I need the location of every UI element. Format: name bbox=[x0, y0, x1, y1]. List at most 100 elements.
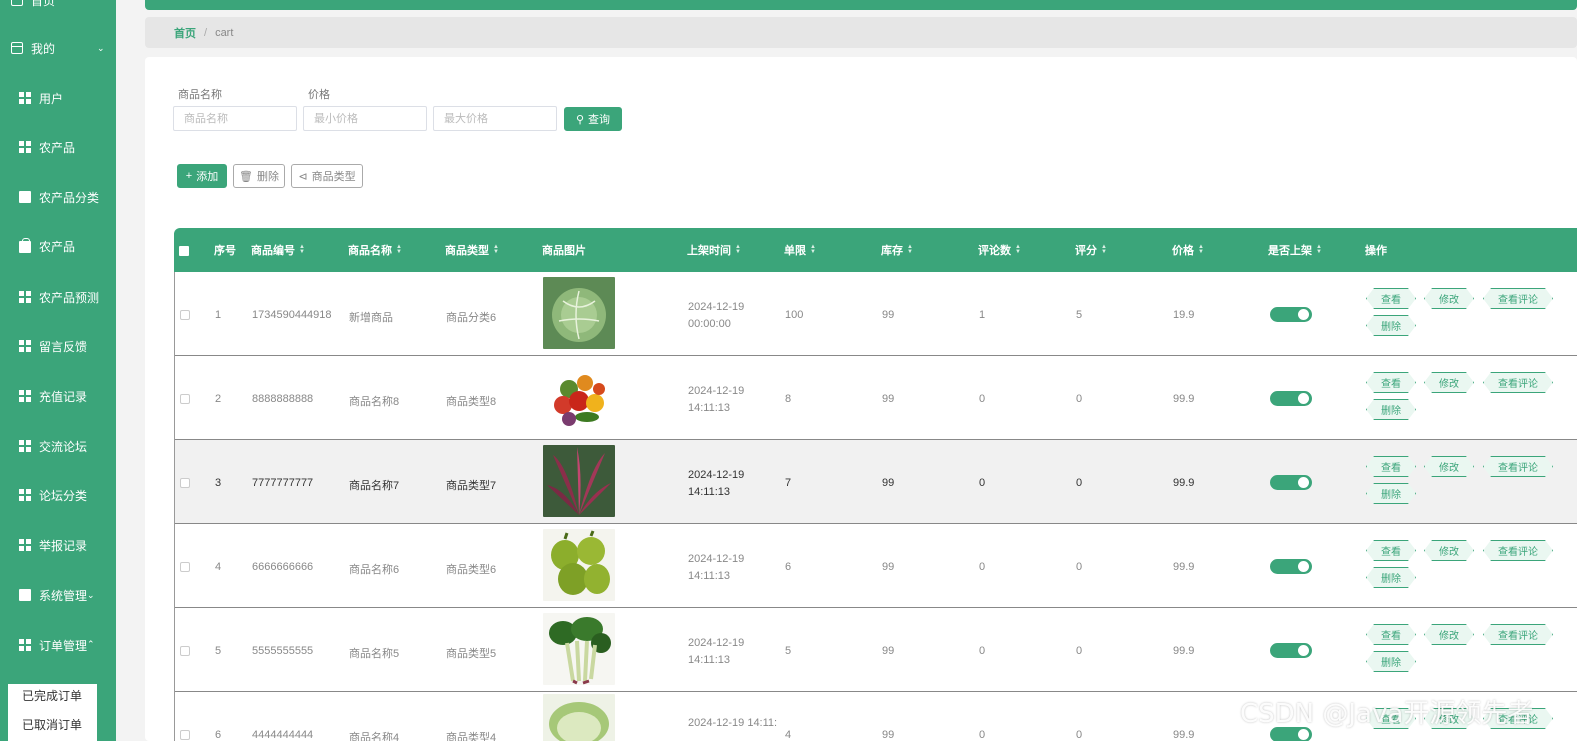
sidebar-item-users[interactable]: 用户 bbox=[19, 78, 135, 118]
cell-name: 商品名称5 bbox=[349, 648, 400, 660]
edit-button[interactable]: 修改 bbox=[1424, 372, 1474, 393]
sidebar-item-mine[interactable]: 我的 ⌄ bbox=[11, 28, 127, 68]
row-checkbox[interactable] bbox=[180, 394, 190, 404]
delete-row-button[interactable]: 删除 bbox=[1366, 567, 1416, 588]
sort-icon[interactable]: ▲ ▼ bbox=[1198, 244, 1204, 255]
th-score-label: 评分 bbox=[1075, 245, 1097, 257]
sidebar-item-reports[interactable]: 举报记录 bbox=[19, 525, 135, 565]
submenu-cancelled-orders[interactable]: 已取消订单 bbox=[22, 716, 82, 733]
th-code[interactable]: 商品编号 ▲ ▼ bbox=[251, 228, 305, 272]
sort-icon[interactable]: ▲ ▼ bbox=[907, 244, 913, 255]
share-icon: ⊲ bbox=[298, 170, 308, 183]
product-image-green-peppers bbox=[543, 529, 615, 601]
view-button[interactable]: 查看 bbox=[1366, 372, 1416, 393]
th-type[interactable]: 商品类型 ▲ ▼ bbox=[445, 228, 499, 272]
th-type-label: 商品类型 bbox=[445, 245, 489, 257]
on-sale-toggle[interactable] bbox=[1270, 391, 1312, 406]
sidebar-item-forum[interactable]: 交流论坛 bbox=[19, 426, 135, 466]
home-icon bbox=[11, 0, 23, 6]
sort-icon[interactable]: ▲ ▼ bbox=[493, 244, 499, 255]
sidebar-item-products-2[interactable]: 农产品 bbox=[19, 226, 135, 266]
th-limit[interactable]: 单限 ▲ ▼ bbox=[784, 228, 816, 272]
edit-button[interactable]: 修改 bbox=[1424, 456, 1474, 477]
view-comments-button[interactable]: 查看评论 bbox=[1483, 456, 1553, 477]
th-on-sale[interactable]: 是否上架 ▲ ▼ bbox=[1268, 228, 1322, 272]
on-sale-toggle[interactable] bbox=[1270, 559, 1312, 574]
th-score[interactable]: 评分 ▲ ▼ bbox=[1075, 228, 1107, 272]
table-row: 4 6666666666 商品名称6 商品类型6 2024-12-19 14:1… bbox=[175, 524, 1577, 608]
sort-icon[interactable]: ▲ ▼ bbox=[299, 244, 305, 255]
view-button[interactable]: 查看 bbox=[1366, 624, 1416, 645]
sidebar-item-product-forecast[interactable]: 农产品预测 bbox=[19, 277, 135, 317]
sidebar-item-forum-category[interactable]: 论坛分类 bbox=[19, 475, 135, 515]
cell-name: 商品名称4 bbox=[349, 732, 400, 741]
row-checkbox[interactable] bbox=[180, 646, 190, 656]
product-image-greens bbox=[543, 613, 615, 685]
row-checkbox[interactable] bbox=[180, 310, 190, 320]
sidebar-item-system[interactable]: 系统管理 ⌄ bbox=[19, 575, 135, 615]
max-price-input[interactable] bbox=[433, 106, 557, 131]
delete-row-button[interactable]: 删除 bbox=[1366, 315, 1416, 336]
sidebar-item-product-category[interactable]: 农产品分类 bbox=[19, 177, 135, 217]
bag-icon bbox=[19, 238, 31, 253]
min-price-input[interactable] bbox=[303, 106, 427, 131]
view-comments-button[interactable]: 查看评论 bbox=[1483, 372, 1553, 393]
sidebar-item-label: 我的 bbox=[31, 41, 56, 56]
delete-button-label: 删除 bbox=[256, 171, 279, 183]
sidebar-item-recharge[interactable]: 充值记录 bbox=[19, 376, 135, 416]
view-button[interactable]: 查看 bbox=[1366, 540, 1416, 561]
sort-icon[interactable]: ▲ ▼ bbox=[396, 244, 402, 255]
view-button[interactable]: 查看 bbox=[1366, 456, 1416, 477]
view-button[interactable]: 查看 bbox=[1366, 288, 1416, 309]
on-sale-toggle[interactable] bbox=[1270, 643, 1312, 658]
edit-button[interactable]: 修改 bbox=[1424, 540, 1474, 561]
cell-index: 4 bbox=[215, 561, 222, 573]
sort-icon[interactable]: ▲ ▼ bbox=[810, 244, 816, 255]
add-button[interactable]: + 添加 bbox=[177, 164, 227, 188]
edit-button[interactable]: 修改 bbox=[1424, 624, 1474, 645]
view-comments-button[interactable]: 查看评论 bbox=[1483, 624, 1553, 645]
on-sale-toggle[interactable] bbox=[1270, 475, 1312, 490]
select-all-checkbox[interactable] bbox=[179, 246, 189, 256]
cell-price: 99.9 bbox=[1173, 393, 1195, 405]
on-sale-toggle[interactable] bbox=[1270, 307, 1312, 322]
cell-type: 商品类型5 bbox=[446, 648, 497, 660]
sidebar-item-orders[interactable]: 订单管理 ⌃ bbox=[19, 625, 135, 665]
sidebar-item-home[interactable]: 首页 bbox=[11, 0, 127, 20]
delete-row-button[interactable]: 删除 bbox=[1366, 651, 1416, 672]
sidebar-item-feedback[interactable]: 留言反馈 bbox=[19, 326, 135, 366]
th-code-label: 商品编号 bbox=[251, 245, 295, 257]
th-name[interactable]: 商品名称 ▲ ▼ bbox=[348, 228, 402, 272]
delete-button[interactable]: 🗑 删除 bbox=[233, 164, 285, 188]
sort-icon[interactable]: ▲ ▼ bbox=[1101, 244, 1107, 255]
delete-row-button[interactable]: 删除 bbox=[1366, 483, 1416, 504]
cell-score: 0 bbox=[1076, 393, 1083, 405]
sort-icon[interactable]: ▲ ▼ bbox=[735, 244, 741, 255]
delete-row-button[interactable]: 删除 bbox=[1366, 399, 1416, 420]
view-comments-button[interactable]: 查看评论 bbox=[1483, 540, 1553, 561]
row-checkbox[interactable] bbox=[180, 730, 190, 740]
th-comments[interactable]: 评论数 ▲ ▼ bbox=[978, 228, 1021, 272]
query-button[interactable]: ⚲ 查询 bbox=[564, 107, 622, 131]
edit-button[interactable]: 修改 bbox=[1424, 288, 1474, 309]
cell-price: 99.9 bbox=[1173, 561, 1195, 573]
row-checkbox[interactable] bbox=[180, 562, 190, 572]
category-button[interactable]: ⊲ 商品类型 bbox=[291, 164, 363, 188]
product-name-input[interactable] bbox=[173, 106, 297, 131]
cell-limit: 100 bbox=[785, 309, 804, 321]
row-checkbox[interactable] bbox=[180, 478, 190, 488]
cell-code: 1734590444918 bbox=[252, 309, 332, 321]
sort-icon[interactable]: ▲ ▼ bbox=[1316, 244, 1322, 255]
cell-type: 商品类型8 bbox=[446, 396, 497, 408]
product-image-vegetables bbox=[543, 361, 615, 433]
th-stock[interactable]: 库存 ▲ ▼ bbox=[881, 228, 913, 272]
th-time[interactable]: 上架时间 ▲ ▼ bbox=[687, 228, 741, 272]
sidebar-item-products[interactable]: 农产品 bbox=[19, 127, 135, 167]
trash-icon: 🗑 bbox=[239, 170, 253, 183]
th-price[interactable]: 价格 ▲ ▼ bbox=[1172, 228, 1204, 272]
table-header: 序号 商品编号 ▲ ▼ 商品名称 ▲ ▼ 商品类型 ▲ ▼ 商品图片 上架时间 ▲ ▼ 单限 ▲ ▼… bbox=[174, 228, 1577, 272]
breadcrumb-home[interactable]: 首页 bbox=[174, 25, 196, 41]
sort-icon[interactable]: ▲ ▼ bbox=[1015, 244, 1021, 255]
submenu-completed-orders[interactable]: 已完成订单 bbox=[22, 687, 82, 704]
view-comments-button[interactable]: 查看评论 bbox=[1483, 288, 1553, 309]
